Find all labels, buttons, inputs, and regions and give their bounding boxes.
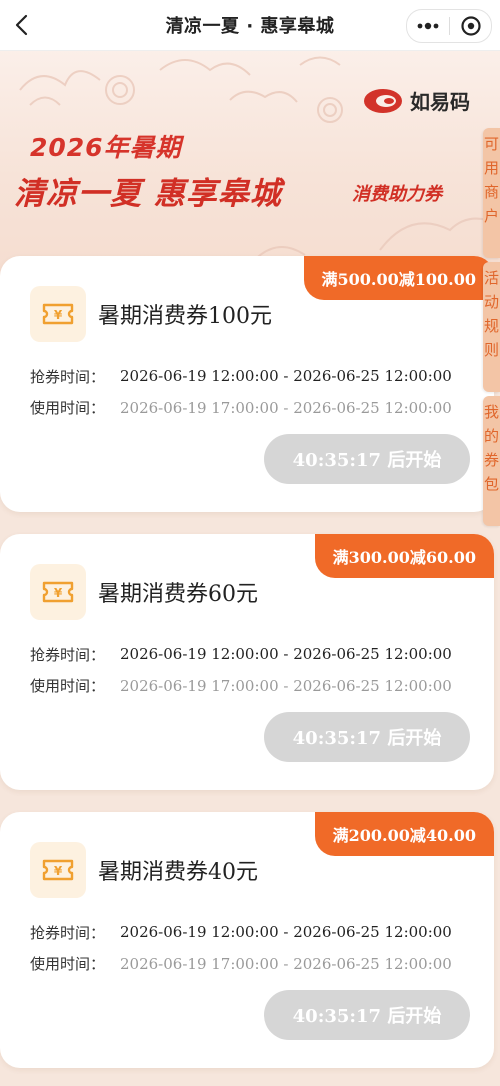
use-time-label: 使用时间： [30, 399, 106, 417]
grab-time-label: 抢券时间： [30, 368, 106, 386]
side-tab-char: 用 [483, 159, 499, 177]
coupon-title: 暑期消费券60元 [98, 582, 258, 607]
grab-time-value: 2026-06-19 12:00:00 - 2026-06-25 12:00:0… [120, 923, 452, 941]
coupon-threshold-badge: 满300.00减60.00 [314, 534, 494, 578]
banner: 如易码 2026年暑期 清凉一夏 惠享皋城 消费助力券 [0, 50, 500, 280]
svg-text:¥: ¥ [54, 864, 63, 878]
page-title: 清凉一夏 · 惠享皋城 [165, 16, 335, 37]
cloud-pattern-decoration [19, 56, 500, 266]
countdown-start-button[interactable]: 40:35:17 后开始 [264, 712, 470, 762]
nav-bar: 清凉一夏 · 惠享皋城 [0, 0, 500, 51]
side-tab-char: 规 [483, 317, 499, 335]
close-mini-program-button[interactable] [450, 10, 491, 42]
side-tab-char: 我 [483, 403, 499, 421]
coupon-title: 暑期消费券100元 [98, 304, 272, 329]
mini-program-capsule [406, 9, 492, 43]
side-tab-my-coupons[interactable]: 我 的 券 包 [483, 396, 500, 526]
svg-text:¥: ¥ [54, 586, 63, 600]
use-time-label: 使用时间： [30, 677, 106, 695]
campaign-subtitle: 消费助力券 [352, 184, 442, 205]
brand-logo-icon [364, 88, 402, 113]
side-tab-char: 活 [483, 269, 499, 287]
side-tab-char: 的 [483, 427, 499, 445]
coupon-ticket-icon: ¥ [30, 564, 86, 620]
use-time-value: 2026-06-19 17:00:00 - 2026-06-25 12:00:0… [120, 677, 452, 695]
coupon-threshold-badge: 满200.00减40.00 [314, 812, 494, 856]
grab-time-value: 2026-06-19 12:00:00 - 2026-06-25 12:00:0… [120, 645, 452, 663]
use-time-value: 2026-06-19 17:00:00 - 2026-06-25 12:00:0… [120, 955, 452, 973]
grab-time-label: 抢券时间： [30, 646, 106, 664]
side-tab-char: 商 [483, 183, 499, 201]
grab-time-value: 2026-06-19 12:00:00 - 2026-06-25 12:00:0… [120, 367, 452, 385]
side-tab-char: 券 [483, 451, 499, 469]
side-tab-char: 则 [483, 341, 499, 359]
coupon-card: 满300.00减60.00 ¥ 暑期消费券60元 抢券时间： 2026-06-1… [0, 534, 494, 790]
countdown-start-button[interactable]: 40:35:17 后开始 [264, 990, 470, 1040]
side-tab-activity-rules[interactable]: 活 动 规 则 [483, 262, 500, 392]
chevron-left-icon [15, 14, 28, 36]
target-close-icon [460, 16, 481, 36]
campaign-year: 2026年暑期 [30, 133, 182, 162]
side-tab-char: 户 [483, 207, 499, 225]
side-tab-char: 包 [483, 475, 499, 493]
svg-text:¥: ¥ [54, 308, 63, 322]
campaign-headline: 清凉一夏 惠享皋城 [14, 176, 282, 212]
side-tab-available-merchants[interactable]: 可 用 商 户 [483, 128, 500, 258]
side-tab-char: 可 [483, 135, 499, 153]
brand-logo: 如易码 [362, 86, 470, 115]
countdown-start-button[interactable]: 40:35:17 后开始 [264, 434, 470, 484]
brand-name: 如易码 [410, 90, 470, 114]
more-dots-icon [417, 22, 439, 30]
coupon-title: 暑期消费券40元 [98, 860, 258, 885]
coupon-card: 满500.00减100.00 ¥ 暑期消费券100元 抢券时间： 2026-06… [0, 256, 494, 512]
more-button[interactable] [407, 10, 449, 42]
back-button[interactable] [6, 8, 36, 42]
grab-time-label: 抢券时间： [30, 924, 106, 942]
use-time-value: 2026-06-19 17:00:00 - 2026-06-25 12:00:0… [120, 399, 452, 417]
use-time-label: 使用时间： [30, 955, 106, 973]
coupon-ticket-icon: ¥ [30, 286, 86, 342]
coupon-threshold-badge: 满500.00减100.00 [303, 256, 494, 300]
coupon-ticket-icon: ¥ [30, 842, 86, 898]
side-tab-char: 动 [483, 293, 499, 311]
coupon-card: 满200.00减40.00 ¥ 暑期消费券40元 抢券时间： 2026-06-1… [0, 812, 494, 1068]
